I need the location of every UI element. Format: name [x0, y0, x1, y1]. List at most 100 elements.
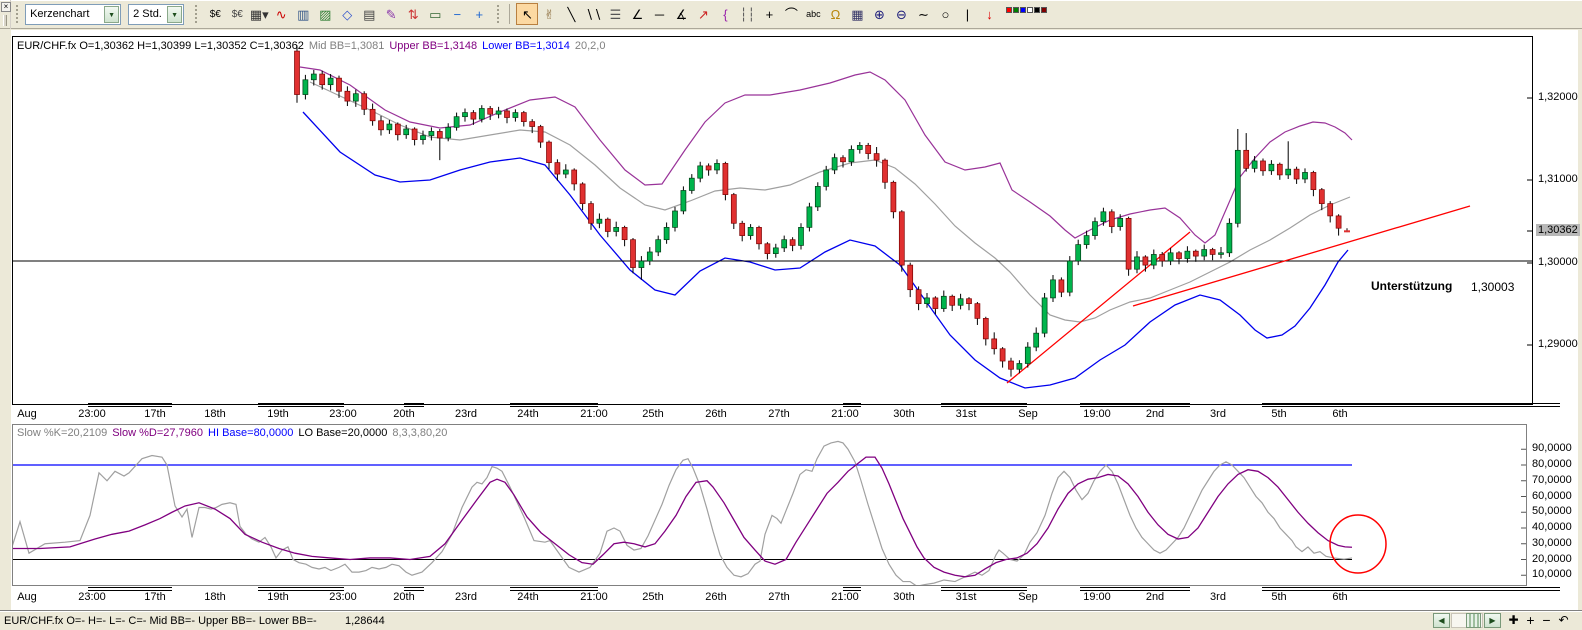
fibonacci-arcs-tool-icon[interactable]: ⌒	[780, 3, 802, 25]
palette-color-swatch[interactable]	[1013, 7, 1019, 13]
readout-segment: 20,2,0	[575, 40, 606, 52]
crosshair-tool-icon[interactable]: +	[758, 3, 780, 25]
toolbar-grip-handle[interactable]	[15, 4, 19, 24]
zoom-in-button[interactable]: +	[1523, 613, 1538, 629]
expand-icon[interactable]: +	[468, 3, 490, 25]
x-axis-label: 26th	[705, 408, 726, 420]
readout-segment: EUR/CHF.fx O=1,30362 H=1,30399 L=1,30352…	[17, 40, 304, 52]
horizontal-grid-tool-icon[interactable]: ☰	[604, 3, 626, 25]
indicator-wave-icon[interactable]: ∿	[270, 3, 292, 25]
parallel-lines-tool-icon[interactable]: ∖∖	[582, 3, 604, 25]
quote-currency-alt-icon[interactable]: $€	[226, 3, 248, 25]
text-tool-icon[interactable]: abc	[802, 3, 824, 25]
chart-type-dropdown[interactable]: Kerzenchart ▼	[25, 4, 121, 25]
pan-hand-tool-icon[interactable]: ✌	[538, 3, 560, 25]
candle-body	[883, 160, 888, 182]
ellipse-tool-icon[interactable]: ○	[934, 3, 956, 25]
palette-color-swatch[interactable]	[1006, 7, 1012, 13]
undo-button[interactable]: ↶	[1556, 613, 1571, 629]
fibonacci-brace-tool-icon[interactable]: {	[714, 3, 736, 25]
close-toolbar-button[interactable]: ×	[1, 2, 11, 12]
printer-icon[interactable]: ▤	[358, 3, 380, 25]
toolbar-grip-handle[interactable]	[194, 4, 198, 24]
vertical-line-tool-icon[interactable]: |	[956, 3, 978, 25]
candle-body	[454, 117, 459, 128]
chart-gallery-icon[interactable]: ▥	[292, 3, 314, 25]
readout-segment: Lower BB=1,3014	[482, 40, 570, 52]
candle-body	[723, 163, 728, 194]
candle-body	[857, 145, 862, 149]
draw-style-icon[interactable]: ✎	[380, 3, 402, 25]
session-gap-marker	[1080, 403, 1190, 407]
interval-dropdown[interactable]: 2 Std. ▼	[128, 4, 184, 25]
palette-color-swatch[interactable]	[1041, 7, 1047, 13]
color-palette-button[interactable]	[1004, 6, 1028, 23]
quote-board-icon[interactable]: ▭	[424, 3, 446, 25]
pan-mode-button[interactable]: ✚	[1506, 613, 1521, 629]
candle-body	[815, 186, 820, 207]
toolbar-grip-handle[interactable]	[496, 4, 500, 24]
readout-segment: HI Base=80,0000	[208, 427, 293, 439]
x-axis-label: 26th	[705, 591, 726, 603]
candle-body	[295, 51, 300, 94]
candle-body	[1025, 347, 1030, 363]
candle-body	[387, 124, 392, 130]
stochastic-plot[interactable]	[13, 425, 1526, 585]
readout-segment: Slow %D=27,7960	[112, 427, 203, 439]
arrow-marker-tool-icon[interactable]: ↓	[978, 3, 1000, 25]
candlestick-plot[interactable]	[13, 37, 1532, 404]
pointer-levels-tool-icon[interactable]: ↗	[692, 3, 714, 25]
session-gap-marker	[941, 403, 1027, 407]
scroll-left-button[interactable]: ◀	[1433, 613, 1450, 628]
candle-body	[353, 94, 358, 101]
zoom-out-button[interactable]: −	[1539, 613, 1554, 629]
fan-lines-tool-icon[interactable]: ∠	[626, 3, 648, 25]
candle-body	[681, 190, 686, 211]
chevron-down-icon[interactable]: ▼	[167, 6, 182, 23]
collapse-icon[interactable]: −	[446, 3, 468, 25]
alert-bell-tool-icon[interactable]: Ω	[824, 3, 846, 25]
stochastic-indicator-panel[interactable]: Slow %K=20,2109Slow %D=27,7960HI Base=80…	[12, 424, 1527, 586]
speed-lines-tool-icon[interactable]: ∡	[670, 3, 692, 25]
status-bar-highlight	[0, 611, 1582, 612]
vertical-grid-tool-icon[interactable]: ┆┆	[736, 3, 758, 25]
palette-color-swatch[interactable]	[1034, 7, 1040, 13]
quote-currency-icon[interactable]: $€	[204, 3, 226, 25]
palette-color-swatch[interactable]	[1020, 7, 1026, 13]
x-axis-label: 21:00	[580, 591, 608, 603]
candle-body	[958, 299, 963, 306]
upper-bollinger-line	[300, 67, 1352, 243]
candle-body	[1210, 250, 1215, 255]
chevron-down-icon[interactable]: ▼	[104, 6, 119, 23]
dock-grip-handle[interactable]	[3, 15, 7, 26]
scrollbar-thumb[interactable]	[1466, 613, 1481, 628]
candle-body	[925, 298, 930, 304]
pointer-tool-icon[interactable]: ↖	[516, 3, 538, 25]
x-axis-label: 18th	[204, 408, 225, 420]
candle-body	[698, 166, 703, 178]
session-gap-marker	[510, 403, 598, 407]
chart-template-icon[interactable]: ▨	[314, 3, 336, 25]
candle-body	[790, 240, 795, 246]
calculator-tool-icon[interactable]: ▦	[846, 3, 868, 25]
horizontal-line-tool-icon[interactable]: ─	[648, 3, 670, 25]
candle-body	[547, 142, 552, 163]
session-gap-marker	[88, 403, 172, 407]
x-axis-label: 3rd	[1210, 408, 1226, 420]
trendline-tool-icon[interactable]: ╲	[560, 3, 582, 25]
main-price-chart[interactable]: EUR/CHF.fx O=1,30362 H=1,30399 L=1,30352…	[12, 36, 1533, 405]
candle-body	[1303, 172, 1308, 179]
candle-body	[1042, 298, 1047, 333]
palette-color-swatch[interactable]	[1027, 7, 1033, 13]
lower-bollinger-line	[303, 112, 1348, 388]
stochastic-axis: 90,000080,000070,000060,000050,000040,00…	[1530, 0, 1580, 630]
compare-charts-icon[interactable]: ⇅	[402, 3, 424, 25]
eraser-icon[interactable]: ◇	[336, 3, 358, 25]
candle-body	[841, 158, 846, 162]
x-axis-label: 2nd	[1146, 408, 1164, 420]
grid-settings-icon[interactable]: ▦▾	[248, 3, 270, 25]
scroll-right-button[interactable]: ▶	[1484, 613, 1501, 628]
freehand-tool-icon[interactable]: ∼	[912, 3, 934, 25]
zoom-out-tool-icon[interactable]: ⊖	[890, 3, 912, 25]
zoom-in-tool-icon[interactable]: ⊕	[868, 3, 890, 25]
